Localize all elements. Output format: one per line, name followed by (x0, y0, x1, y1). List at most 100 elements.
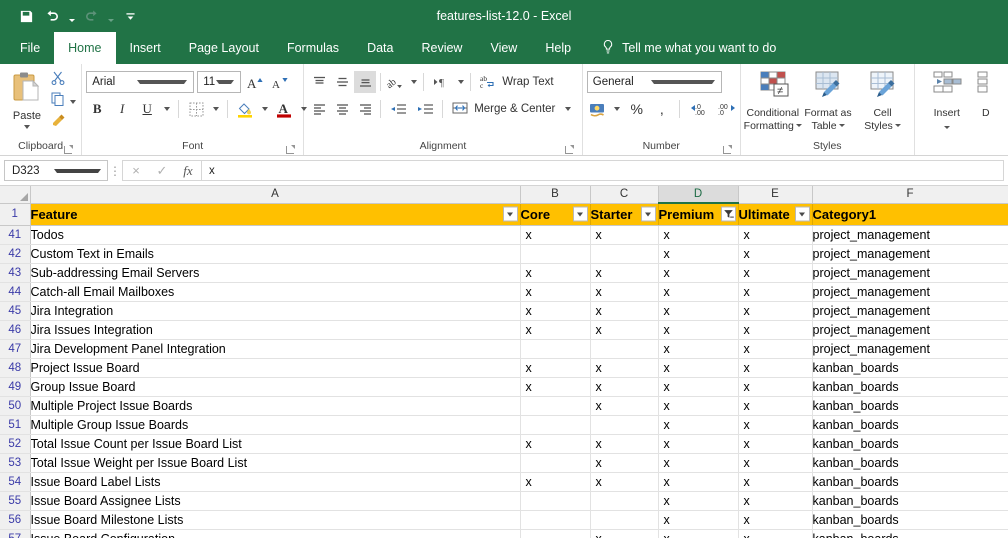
table-row[interactable]: 57Issue Board Configurationxxxkanban_boa… (0, 529, 1008, 538)
cell-ultimate[interactable]: x (738, 263, 812, 282)
cut-button[interactable] (50, 71, 76, 90)
cell-starter[interactable]: x (590, 529, 658, 538)
cell-ultimate[interactable]: x (738, 244, 812, 263)
cell-starter[interactable] (590, 510, 658, 529)
bold-button[interactable]: B (86, 98, 108, 120)
row-header[interactable]: 53 (0, 453, 30, 472)
cell-premium[interactable]: x (658, 282, 738, 301)
cell-core[interactable]: x (520, 263, 590, 282)
row-header[interactable]: 45 (0, 301, 30, 320)
cell-starter[interactable]: x (590, 263, 658, 282)
cell-premium[interactable]: x (658, 491, 738, 510)
cell-feature[interactable]: Issue Board Milestone Lists (30, 510, 520, 529)
row-header[interactable]: 41 (0, 225, 30, 244)
tab-formulas[interactable]: Formulas (273, 32, 353, 64)
fill-color-dropdown-icon[interactable] (259, 98, 270, 120)
cell-starter[interactable] (590, 491, 658, 510)
column-header-a[interactable]: A (30, 186, 520, 203)
table-row[interactable]: 50Multiple Project Issue Boardsxxxkanban… (0, 396, 1008, 415)
name-box-dropdown-icon[interactable] (54, 169, 102, 173)
filter-button-feature[interactable] (503, 207, 518, 222)
row-header[interactable]: 50 (0, 396, 30, 415)
row-header-1[interactable]: 1 (0, 203, 30, 225)
table-row[interactable]: 47Jira Development Panel Integrationxxpr… (0, 339, 1008, 358)
increase-decimal-button[interactable]: .0.00 (686, 98, 712, 120)
orientation-button[interactable]: ab (385, 71, 407, 93)
row-header[interactable]: 54 (0, 472, 30, 491)
cell-category[interactable]: kanban_boards (812, 396, 1008, 415)
cell-starter[interactable]: x (590, 377, 658, 396)
column-header-c[interactable]: C (590, 186, 658, 203)
font-size-dropdown-icon[interactable] (216, 80, 235, 84)
filter-button-premium-active[interactable] (721, 207, 736, 222)
cell-premium[interactable]: x (658, 301, 738, 320)
cell-premium[interactable]: x (658, 225, 738, 244)
cell-category[interactable]: project_management (812, 263, 1008, 282)
column-header-f[interactable]: F (812, 186, 1008, 203)
cell-core[interactable] (520, 244, 590, 263)
cell-premium[interactable]: x (658, 434, 738, 453)
clipboard-dialog-launcher[interactable] (64, 145, 73, 154)
format-painter-button[interactable] (50, 113, 76, 132)
tab-data[interactable]: Data (353, 32, 407, 64)
fill-color-button[interactable] (234, 98, 256, 120)
tab-page-layout[interactable]: Page Layout (175, 32, 273, 64)
cell-premium[interactable]: x (658, 396, 738, 415)
table-header-premium[interactable]: Premium (658, 203, 738, 225)
decrease-font-size-button[interactable]: A (269, 71, 291, 93)
cell-ultimate[interactable]: x (738, 320, 812, 339)
cell-feature[interactable]: Jira Issues Integration (30, 320, 520, 339)
redo-dropdown-icon[interactable] (105, 5, 116, 27)
cell-core[interactable]: x (520, 358, 590, 377)
column-header-e[interactable]: E (738, 186, 812, 203)
alignment-dialog-launcher[interactable] (565, 145, 574, 154)
cell-feature[interactable]: Group Issue Board (30, 377, 520, 396)
table-row[interactable]: 49Group Issue Boardxxxxkanban_boards (0, 377, 1008, 396)
underline-dropdown-icon[interactable] (161, 98, 172, 120)
underline-button[interactable]: U (136, 98, 158, 120)
cell-ultimate[interactable]: x (738, 434, 812, 453)
cell-feature[interactable]: Jira Integration (30, 301, 520, 320)
redo-icon[interactable] (79, 5, 103, 27)
cell-premium[interactable]: x (658, 472, 738, 491)
cell-ultimate[interactable]: x (738, 282, 812, 301)
table-row[interactable]: 42Custom Text in Emailsxxproject_managem… (0, 244, 1008, 263)
orientation-dropdown-icon[interactable] (408, 71, 419, 93)
insert-cells-button[interactable]: Insert (919, 68, 975, 132)
cell-category[interactable]: project_management (812, 282, 1008, 301)
cell-category[interactable]: project_management (812, 244, 1008, 263)
cancel-entry-button[interactable]: × (123, 161, 149, 180)
cell-category[interactable]: project_management (812, 301, 1008, 320)
merge-dropdown-icon[interactable] (565, 107, 571, 111)
cell-premium[interactable]: x (658, 263, 738, 282)
cell-core[interactable]: x (520, 225, 590, 244)
cell-starter[interactable]: x (590, 472, 658, 491)
align-left-button[interactable] (308, 98, 330, 120)
cell-styles-button[interactable]: Cell Styles (855, 68, 910, 132)
row-header[interactable]: 42 (0, 244, 30, 263)
percent-style-button[interactable]: % (626, 98, 648, 120)
merge-and-center-button[interactable]: Merge & Center (447, 98, 575, 120)
cell-ultimate[interactable]: x (738, 225, 812, 244)
cell-core[interactable]: x (520, 472, 590, 491)
cell-category[interactable]: kanban_boards (812, 529, 1008, 538)
cell-ultimate[interactable]: x (738, 415, 812, 434)
cell-feature[interactable]: Issue Board Configuration (30, 529, 520, 538)
cell-category[interactable]: project_management (812, 225, 1008, 244)
table-row[interactable]: 51Multiple Group Issue Boardsxxkanban_bo… (0, 415, 1008, 434)
cell-category[interactable]: project_management (812, 339, 1008, 358)
cell-ultimate[interactable]: x (738, 396, 812, 415)
font-name-dropdown-icon[interactable] (137, 80, 188, 84)
cell-core[interactable] (520, 396, 590, 415)
select-all-button[interactable] (0, 186, 30, 203)
cell-core[interactable] (520, 510, 590, 529)
cell-premium[interactable]: x (658, 453, 738, 472)
row-header[interactable]: 47 (0, 339, 30, 358)
cell-core[interactable] (520, 453, 590, 472)
cell-premium[interactable]: x (658, 529, 738, 538)
cell-ultimate[interactable]: x (738, 510, 812, 529)
cell-ultimate[interactable]: x (738, 491, 812, 510)
italic-button[interactable]: I (111, 98, 133, 120)
cell-category[interactable]: kanban_boards (812, 472, 1008, 491)
cell-core[interactable]: x (520, 377, 590, 396)
